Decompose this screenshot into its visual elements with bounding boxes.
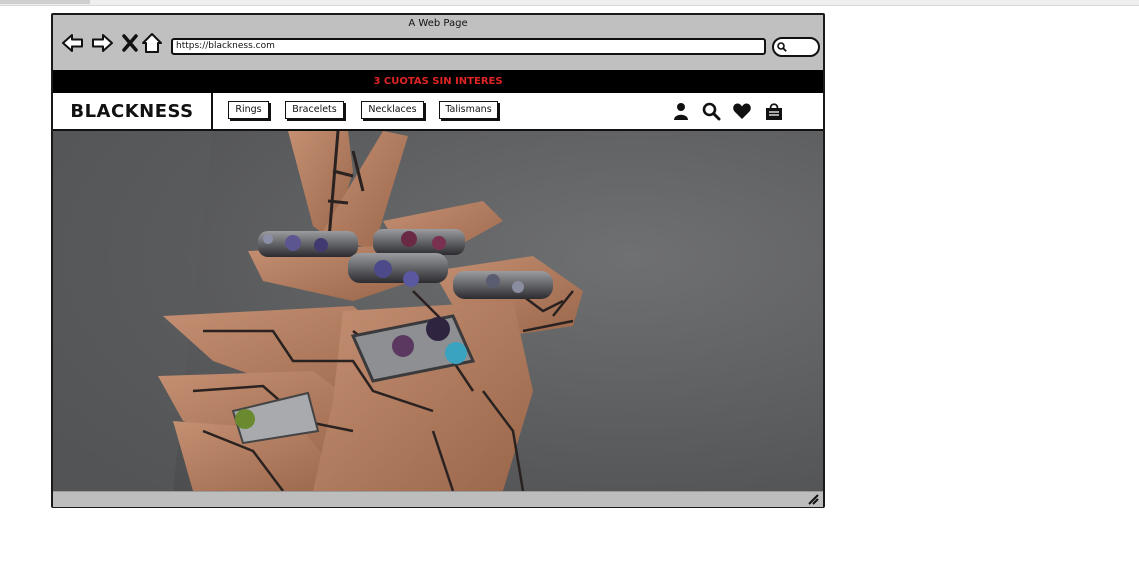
home-icon[interactable]	[140, 31, 164, 55]
user-icon[interactable]	[671, 101, 691, 121]
nav-necklaces-button[interactable]: Necklaces	[361, 101, 424, 119]
os-top-strip	[0, 0, 1139, 6]
heart-icon[interactable]	[732, 101, 752, 121]
status-bar	[53, 491, 823, 507]
magnifier-icon	[777, 42, 787, 52]
ring-3	[348, 253, 448, 287]
back-arrow-icon[interactable]	[61, 31, 85, 55]
address-bar[interactable]: https://blackness.com	[171, 38, 766, 55]
browser-window: A Web Page https://blackness.com 3 CUOTA…	[51, 13, 825, 508]
ring-4	[453, 271, 553, 299]
forward-arrow-icon[interactable]	[90, 31, 114, 55]
nav-bracelets-button[interactable]: Bracelets	[285, 101, 344, 119]
ring-1	[258, 231, 358, 257]
window-title: A Web Page	[408, 18, 468, 29]
browser-search-box[interactable]	[772, 37, 820, 57]
nav-talismans-button[interactable]: Talismans	[439, 101, 498, 119]
os-tab[interactable]	[0, 0, 90, 4]
site-header: BLACKNESS Rings Bracelets Necklaces Tali…	[53, 93, 823, 131]
shopping-bag-icon[interactable]	[764, 101, 784, 121]
browser-chrome: A Web Page https://blackness.com	[53, 15, 823, 70]
hero-image-rings-on-tattooed-hands	[53, 131, 823, 491]
promo-banner: 3 CUOTAS SIN INTERES	[53, 70, 823, 93]
resize-handle-icon[interactable]	[807, 493, 819, 505]
close-icon[interactable]	[118, 31, 142, 55]
nav-rings-button[interactable]: Rings	[228, 101, 269, 119]
site-logo[interactable]: BLACKNESS	[53, 93, 213, 131]
search-icon[interactable]	[701, 101, 721, 121]
ring-2	[373, 229, 465, 255]
